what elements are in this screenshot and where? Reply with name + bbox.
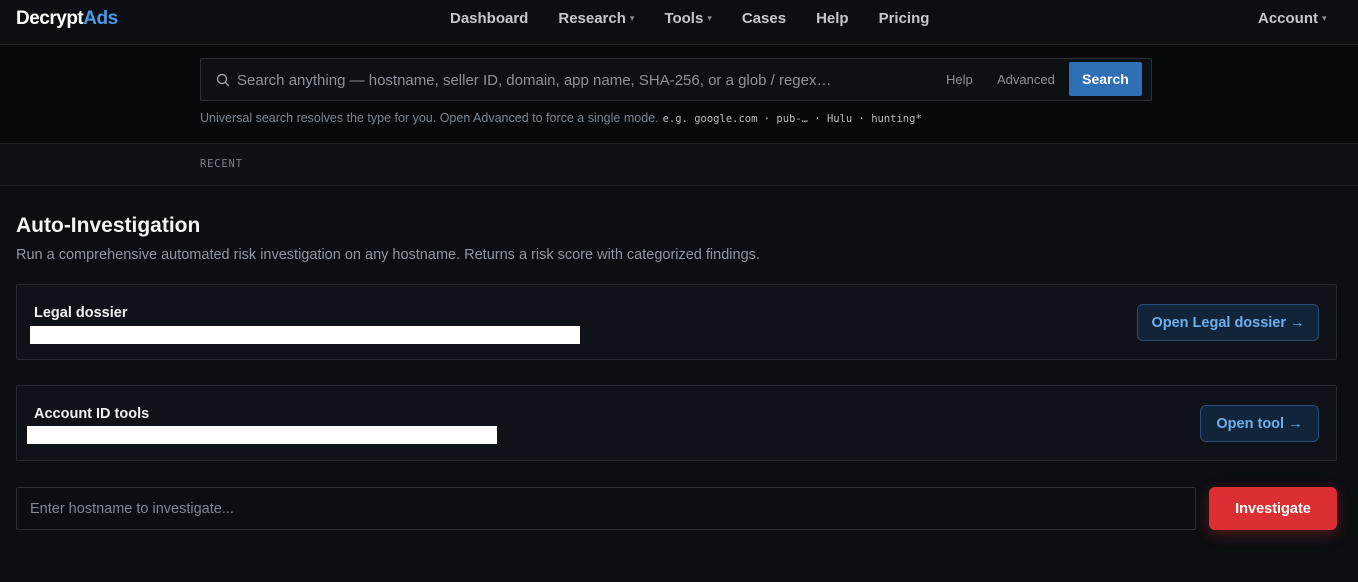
page-description: Run a comprehensive automated risk inves…: [16, 247, 760, 263]
nav-cases[interactable]: Cases: [742, 10, 786, 27]
page-title: Auto-Investigation: [16, 214, 201, 237]
search-hint-text: Universal search resolves the type for y…: [200, 111, 659, 125]
search-button[interactable]: Search: [1069, 62, 1142, 96]
card-title: Legal dossier: [34, 305, 128, 321]
nav-pricing[interactable]: Pricing: [879, 10, 930, 27]
recent-label: RECENT: [200, 158, 243, 170]
search-bar: Help Advanced Search: [200, 58, 1152, 101]
redacted-text: [30, 326, 580, 344]
search-help-link[interactable]: Help: [946, 72, 973, 87]
top-navbar: DecryptAds Dashboard Research ▾ Tools ▾ Ca…: [0, 0, 1358, 45]
nav-tools[interactable]: Tools ▾: [664, 10, 711, 27]
chevron-down-icon: ▾: [1322, 13, 1327, 23]
recent-bar: RECENT: [0, 144, 1358, 186]
card-title: Account ID tools: [34, 406, 150, 422]
hostname-input[interactable]: [16, 487, 1196, 530]
search-input[interactable]: [237, 65, 887, 95]
search-hint: Universal search resolves the type for y…: [200, 111, 922, 125]
nav-research[interactable]: Research ▾: [558, 10, 634, 27]
investigate-button[interactable]: Investigate: [1209, 487, 1337, 530]
chevron-down-icon: ▾: [707, 13, 712, 23]
legal-dossier-card: Legal dossier Open Legal dossier →: [16, 284, 1337, 360]
universal-search-section: Help Advanced Search Universal search re…: [0, 45, 1358, 144]
search-examples: e.g. google.com · pub-… · Hulu · hunting…: [662, 113, 922, 125]
chevron-down-icon: ▾: [629, 13, 635, 23]
open-legal-dossier-button[interactable]: Open Legal dossier →: [1137, 304, 1319, 341]
redacted-text: [27, 426, 497, 444]
brand-logo[interactable]: DecryptAds: [16, 8, 118, 30]
nav-help[interactable]: Help: [816, 10, 849, 27]
search-advanced-link[interactable]: Advanced: [997, 72, 1055, 87]
brand-name-part2: Ads: [83, 8, 118, 29]
search-icon: [216, 73, 230, 87]
main-nav: Dashboard Research ▾ Tools ▾ Cases Help Pr…: [450, 10, 959, 27]
brand-name-part1: Decrypt: [16, 8, 84, 29]
open-tool-button[interactable]: Open tool →: [1200, 405, 1319, 442]
account-id-tools-card: Account ID tools Open tool →: [16, 385, 1337, 461]
nav-dashboard[interactable]: Dashboard: [450, 10, 528, 27]
account-menu[interactable]: Account ▾: [1258, 10, 1327, 27]
